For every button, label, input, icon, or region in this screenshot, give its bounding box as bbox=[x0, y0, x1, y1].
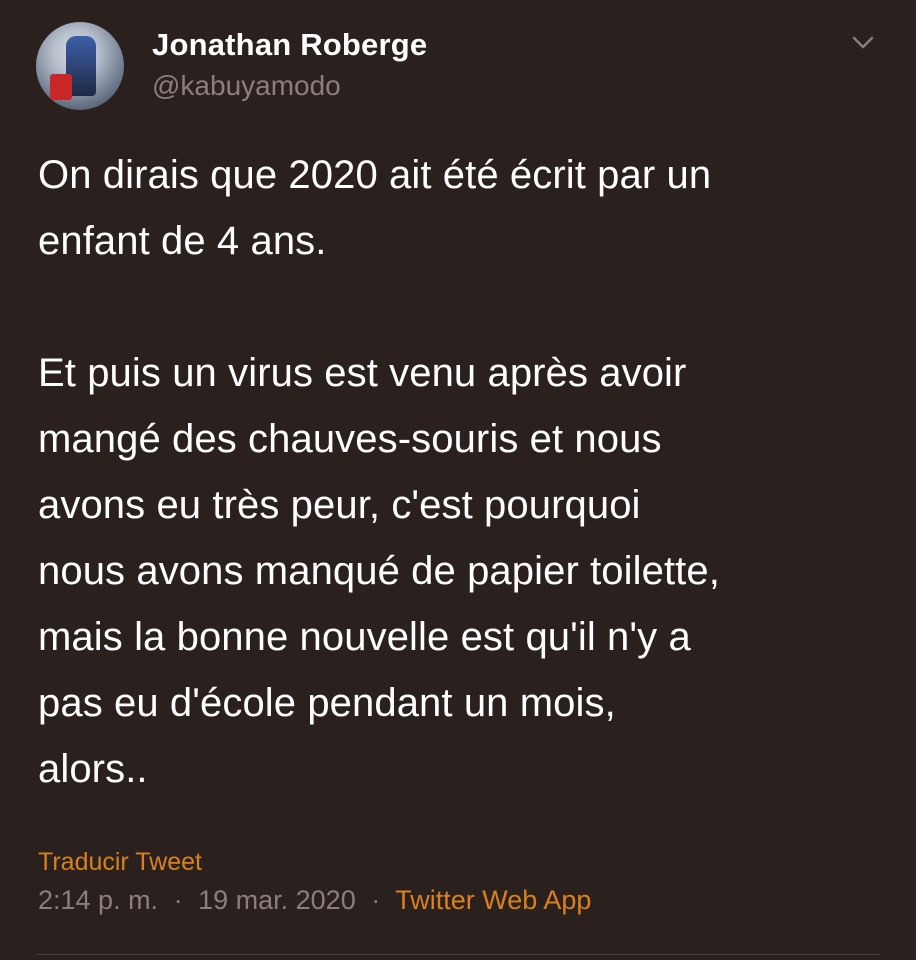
tweet-card: Jonathan Roberge @kabuyamodo On dirais q… bbox=[0, 0, 916, 960]
tweet-source-link[interactable]: Twitter Web App bbox=[395, 885, 591, 915]
translate-tweet-link[interactable]: Traducir Tweet bbox=[38, 846, 202, 878]
divider bbox=[36, 954, 880, 955]
tweet-text: On dirais que 2020 ait été écrit par un … bbox=[38, 153, 720, 791]
user-handle[interactable]: @kabuyamodo bbox=[152, 68, 427, 104]
chevron-down-icon[interactable] bbox=[850, 32, 876, 52]
separator-dot: · bbox=[173, 885, 183, 915]
tweet-time[interactable]: 2:14 p. m. bbox=[38, 885, 158, 915]
tweet-metadata: 2:14 p. m. · 19 mar. 2020 · Twitter Web … bbox=[38, 882, 591, 918]
user-info: Jonathan Roberge @kabuyamodo bbox=[152, 26, 427, 104]
tweet-date[interactable]: 19 mar. 2020 bbox=[198, 885, 356, 915]
avatar[interactable] bbox=[36, 22, 124, 110]
avatar-accent bbox=[50, 74, 72, 100]
separator-dot: · bbox=[371, 885, 381, 915]
display-name[interactable]: Jonathan Roberge bbox=[152, 26, 427, 64]
